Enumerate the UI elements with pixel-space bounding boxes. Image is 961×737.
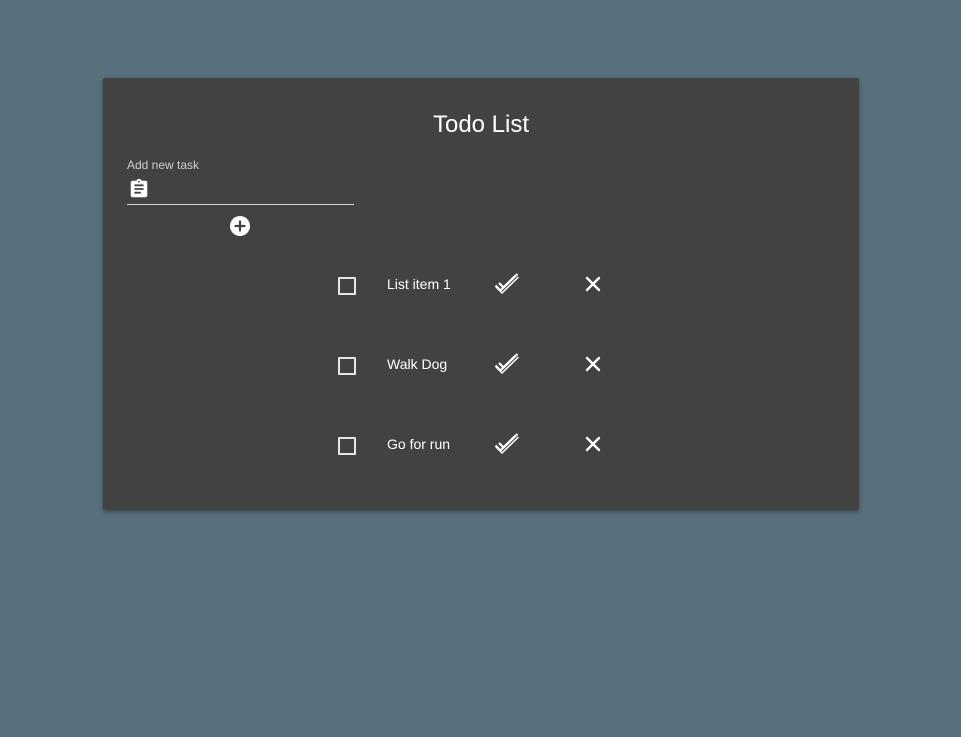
todo-checkbox[interactable]	[338, 277, 356, 295]
close-icon	[585, 436, 601, 452]
todo-item: Walk Dog	[103, 346, 859, 386]
double-check-icon	[494, 433, 520, 454]
todo-checkbox[interactable]	[338, 437, 356, 455]
mark-done-button[interactable]	[493, 272, 521, 296]
double-check-icon	[494, 273, 520, 294]
todo-text: List item 1	[387, 276, 451, 292]
todo-card: Todo List Add new task List item 1 Walk …	[103, 78, 859, 510]
new-task-field: Add new task	[127, 157, 354, 206]
delete-button[interactable]	[584, 355, 602, 373]
add-circle-icon	[230, 216, 250, 236]
todo-text: Go for run	[387, 436, 451, 452]
todo-item: Go for run	[103, 426, 859, 466]
todo-text: Walk Dog	[387, 356, 448, 372]
new-task-label: Add new task	[127, 158, 200, 172]
delete-button[interactable]	[584, 435, 602, 453]
close-icon	[585, 276, 601, 292]
mark-done-button[interactable]	[493, 352, 521, 376]
input-underline	[127, 204, 354, 205]
todo-item: List item 1	[103, 266, 859, 306]
mark-done-button[interactable]	[493, 432, 521, 456]
delete-button[interactable]	[584, 275, 602, 293]
page-title: Todo List	[432, 111, 530, 138]
add-task-button[interactable]	[229, 215, 251, 237]
double-check-icon	[494, 353, 520, 374]
todo-checkbox[interactable]	[338, 357, 356, 375]
new-task-input[interactable]	[159, 177, 349, 203]
close-icon	[585, 356, 601, 372]
clipboard-icon	[128, 178, 150, 200]
